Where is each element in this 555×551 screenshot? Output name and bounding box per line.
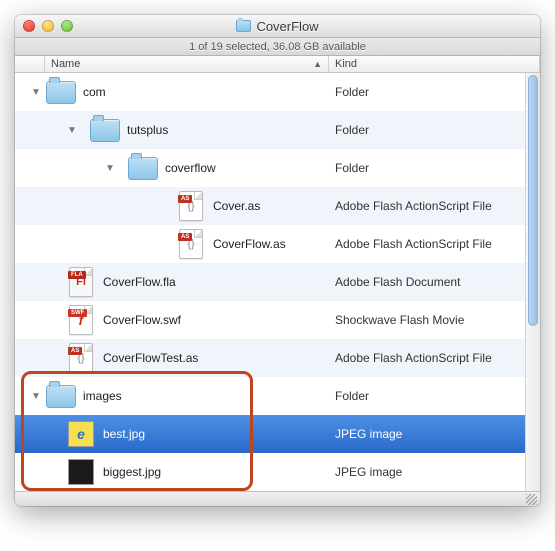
jpeg-thumbnail-icon: e — [65, 418, 97, 450]
vertical-scrollbar[interactable] — [525, 73, 540, 491]
col-kind[interactable]: Kind — [329, 56, 540, 72]
folder-icon — [45, 380, 77, 412]
table-row[interactable]: SWFf CoverFlow.swf Shockwave Flash Movie — [15, 301, 540, 339]
status-text: 1 of 19 selected, 36.08 GB available — [189, 41, 366, 53]
table-row[interactable]: ▼ coverflow Folder — [15, 149, 540, 187]
table-row[interactable]: AS{} CoverFlow.as Adobe Flash ActionScri… — [15, 225, 540, 263]
file-kind: Adobe Flash ActionScript File — [335, 351, 492, 365]
file-kind: Folder — [335, 85, 369, 99]
minimize-button[interactable] — [42, 20, 54, 32]
zoom-button[interactable] — [61, 20, 73, 32]
actionscript-file-icon: AS{} — [175, 190, 207, 222]
scrollbar-thumb[interactable] — [528, 75, 538, 326]
file-name: best.jpg — [103, 427, 145, 441]
file-name: Cover.as — [213, 199, 260, 213]
disclosure-down-icon[interactable]: ▼ — [67, 125, 77, 136]
window-footer — [15, 491, 540, 506]
disclosure-down-icon[interactable]: ▼ — [31, 391, 41, 402]
file-kind: Adobe Flash ActionScript File — [335, 237, 492, 251]
file-kind: Shockwave Flash Movie — [335, 313, 464, 327]
col-name[interactable]: Name ▲ — [45, 56, 329, 72]
file-kind: Folder — [335, 123, 369, 137]
table-row-selected[interactable]: e best.jpg JPEG image — [15, 415, 540, 453]
fla-file-icon: FLAFl — [65, 266, 97, 298]
col-name-label: Name — [51, 58, 80, 70]
finder-window: CoverFlow 1 of 19 selected, 36.08 GB ava… — [15, 15, 540, 506]
titlebar[interactable]: CoverFlow — [15, 15, 540, 38]
folder-icon — [45, 76, 77, 108]
close-button[interactable] — [23, 20, 35, 32]
file-name: CoverFlow.swf — [103, 313, 181, 327]
table-row[interactable]: ▼ images Folder — [15, 377, 540, 415]
file-kind: Adobe Flash ActionScript File — [335, 199, 492, 213]
file-kind: JPEG image — [335, 427, 402, 441]
disclosure-down-icon[interactable]: ▼ — [31, 87, 41, 98]
window-title-wrap: CoverFlow — [15, 19, 540, 34]
status-bar: 1 of 19 selected, 36.08 GB available — [15, 38, 540, 56]
jpeg-thumbnail-icon — [65, 456, 97, 488]
folder-icon — [236, 20, 251, 32]
file-list: ▼ com Folder ▼ tutsplus Folder — [15, 73, 540, 491]
disclosure-down-icon[interactable]: ▼ — [105, 163, 115, 174]
table-row[interactable]: AS{} CoverFlowTest.as Adobe Flash Action… — [15, 339, 540, 377]
file-kind: Folder — [335, 161, 369, 175]
file-name: coverflow — [165, 161, 216, 175]
file-name: CoverFlowTest.as — [103, 351, 198, 365]
col-gutter — [15, 56, 45, 72]
table-row[interactable]: ▼ tutsplus Folder — [15, 111, 540, 149]
actionscript-file-icon: AS{} — [175, 228, 207, 260]
file-name: biggest.jpg — [103, 465, 161, 479]
folder-icon — [127, 152, 159, 184]
file-kind: JPEG image — [335, 465, 402, 479]
actionscript-file-icon: AS{} — [65, 342, 97, 374]
folder-icon — [89, 114, 121, 146]
file-name: images — [83, 389, 122, 403]
file-name: CoverFlow.as — [213, 237, 286, 251]
table-row[interactable]: FLAFl CoverFlow.fla Adobe Flash Document — [15, 263, 540, 301]
file-kind: Folder — [335, 389, 369, 403]
swf-file-icon: SWFf — [65, 304, 97, 336]
file-name: com — [83, 85, 106, 99]
sort-ascending-icon: ▲ — [313, 59, 322, 69]
window-title: CoverFlow — [256, 19, 318, 34]
table-row[interactable]: AS{} Cover.as Adobe Flash ActionScript F… — [15, 187, 540, 225]
table-row[interactable]: ▼ com Folder — [15, 73, 540, 111]
file-name: CoverFlow.fla — [103, 275, 176, 289]
file-name: tutsplus — [127, 123, 168, 137]
col-kind-label: Kind — [335, 58, 357, 70]
file-list-wrap: ▼ com Folder ▼ tutsplus Folder — [15, 73, 540, 491]
resize-grip-icon[interactable] — [526, 494, 537, 505]
file-kind: Adobe Flash Document — [335, 275, 460, 289]
table-row[interactable]: biggest.jpg JPEG image — [15, 453, 540, 491]
window-controls — [23, 20, 73, 32]
column-header: Name ▲ Kind — [15, 56, 540, 73]
